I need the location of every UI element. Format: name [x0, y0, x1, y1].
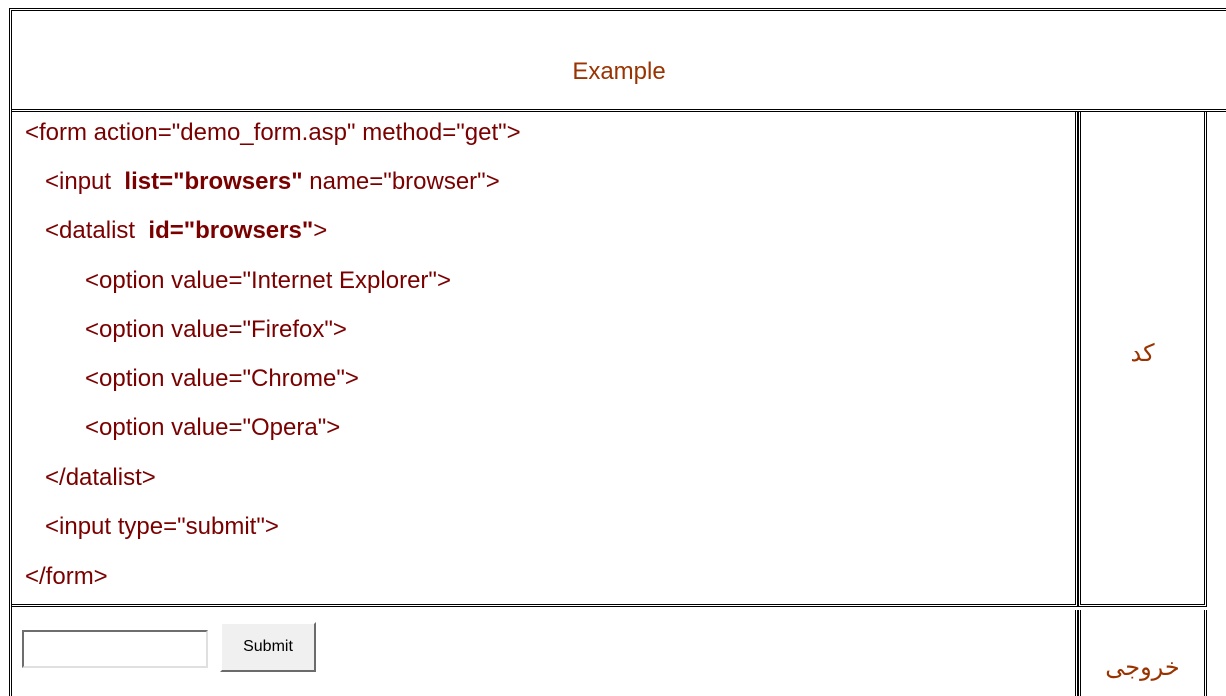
code-attr-bold: id="browsers" [148, 217, 314, 244]
code-line-6: <option value="Chrome"> [25, 365, 359, 393]
code-cell: <form action="demo_form.asp" method="get… [12, 112, 1078, 607]
code-line-4: <option value="Internet Explorer"> [25, 267, 451, 295]
submit-button[interactable]: Submit [220, 622, 316, 672]
code-text: > [313, 217, 328, 244]
code-line-1: <form action="demo_form.asp" method="get… [25, 119, 521, 147]
code-line-10: </form> [25, 563, 108, 591]
table-header: Example [12, 11, 1226, 112]
code-line-8: </datalist> [25, 464, 156, 492]
code-line-3: <datalist id="browsers"> [25, 217, 327, 245]
code-text: name="browser"> [302, 168, 500, 195]
code-text: <form action="demo_form.asp" method="get… [25, 119, 521, 146]
code-text: <input type="submit"> [25, 513, 279, 540]
code-line-9: <input type="submit"> [25, 513, 279, 541]
header-title: Example [572, 58, 666, 85]
output-label-cell: خروجی [1078, 610, 1207, 696]
code-line-5: <option value="Firefox"> [25, 316, 347, 344]
code-line-2: <input list="browsers" name="browser"> [25, 168, 500, 196]
code-text: <datalist [25, 217, 149, 244]
code-label-cell: کد [1078, 112, 1207, 607]
code-text: </form> [25, 563, 108, 590]
code-line-7: <option value="Opera"> [25, 414, 340, 442]
code-text: <option value="Chrome"> [25, 365, 359, 392]
code-text: <input [25, 168, 125, 195]
code-text: </datalist> [25, 464, 156, 491]
code-text: <option value="Firefox"> [25, 316, 347, 343]
code-attr-bold: list="browsers" [124, 168, 303, 195]
code-text: <option value="Internet Explorer"> [25, 267, 451, 294]
browser-input[interactable] [22, 630, 208, 668]
output-label: خروجی [1105, 654, 1180, 681]
code-label: کد [1130, 340, 1155, 367]
code-text: <option value="Opera"> [25, 414, 341, 441]
